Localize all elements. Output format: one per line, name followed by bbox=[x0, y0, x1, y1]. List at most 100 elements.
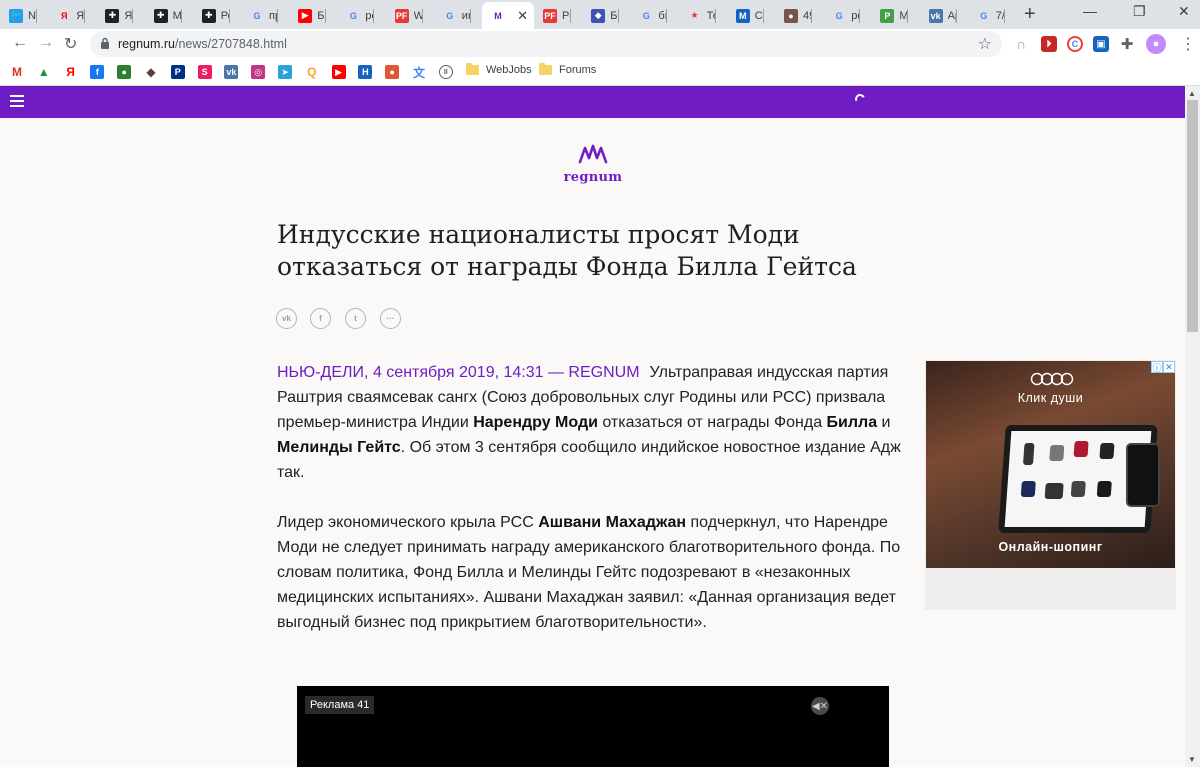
tab[interactable]: G 7/7 bbox=[968, 2, 1005, 29]
tab-title: Му bbox=[172, 9, 182, 22]
scroll-up-icon[interactable]: ▲ bbox=[1188, 89, 1196, 98]
globe-icon[interactable]: ● bbox=[117, 65, 132, 79]
bookmark-folder-forums[interactable]: Forums bbox=[539, 63, 597, 76]
bookmark-folder-webjobs[interactable]: WebJobs bbox=[466, 63, 532, 76]
duckduckgo-icon[interactable]: ● bbox=[385, 65, 400, 79]
tab-title: би bbox=[658, 9, 667, 22]
site-logo[interactable]: regnum bbox=[563, 144, 623, 185]
tab[interactable]: M Соі bbox=[727, 2, 764, 29]
forward-button[interactable]: → bbox=[38, 34, 54, 52]
tab[interactable]: PF Wh bbox=[386, 2, 423, 29]
mute-icon[interactable]: ◀✕ bbox=[811, 697, 829, 715]
tab-title: Ма bbox=[899, 9, 909, 22]
h-icon[interactable]: H bbox=[358, 65, 373, 79]
browser-toolbar: ← → ↻ regnum.ru/news/2707848.html ☆ ∩ ⏵ … bbox=[0, 29, 1200, 59]
regnum-icon: M bbox=[494, 10, 502, 21]
back-button[interactable]: ← bbox=[12, 34, 28, 52]
page-viewport: regnum Индусские националисты просят Мод… bbox=[0, 86, 1185, 767]
tab[interactable]: 🐦 No bbox=[0, 2, 37, 29]
tab-title: Янд bbox=[76, 9, 85, 22]
adchoices[interactable]: ⓘ ✕ bbox=[1151, 361, 1175, 373]
pause-icon[interactable]: II bbox=[438, 65, 453, 79]
minimize-icon[interactable]: — bbox=[1083, 3, 1097, 19]
pf-icon: PF bbox=[543, 8, 557, 23]
scrollbar-thumb[interactable] bbox=[1187, 100, 1198, 332]
article-headline: Индусские националисты просят Моди отказ… bbox=[277, 220, 857, 281]
tab[interactable]: M ✕ bbox=[482, 2, 534, 29]
profile-avatar[interactable]: ● bbox=[1146, 34, 1166, 54]
tab[interactable]: ✚ Ред bbox=[193, 2, 230, 29]
paypal-icon[interactable]: P bbox=[170, 65, 185, 79]
page-scrollbar[interactable]: ▲ ▼ bbox=[1185, 86, 1200, 767]
tab[interactable]: Gинд bbox=[434, 2, 471, 29]
tab[interactable]: P Ма bbox=[871, 2, 909, 29]
logo-wordmark: regnum bbox=[563, 170, 623, 185]
tab[interactable]: Gби bbox=[630, 2, 668, 29]
tab[interactable]: PF Pol bbox=[534, 2, 571, 29]
extensions-puzzle-icon[interactable]: ✚ bbox=[1119, 36, 1135, 53]
hamburger-menu-icon[interactable] bbox=[10, 95, 24, 107]
text-run: подчеркнул, что Нарендре Моди не следует… bbox=[277, 514, 901, 631]
adchoices-info-icon[interactable]: ⓘ bbox=[1151, 361, 1163, 373]
tab[interactable]: ● 491 bbox=[775, 2, 812, 29]
window-close-icon[interactable]: ✕ bbox=[1178, 3, 1190, 20]
url-host: regnum.ru bbox=[118, 37, 175, 51]
tab[interactable]: ✚ Му bbox=[145, 2, 182, 29]
tab[interactable]: Gрор bbox=[823, 2, 861, 29]
s-icon[interactable]: S bbox=[197, 65, 212, 79]
gmail-icon[interactable]: M bbox=[10, 65, 24, 79]
person-name: Билла bbox=[826, 414, 878, 431]
tab[interactable]: Я Янд bbox=[48, 2, 86, 29]
facebook-icon[interactable]: f bbox=[90, 65, 105, 79]
facebook-share-icon[interactable]: f bbox=[310, 308, 331, 329]
vk-icon[interactable]: vk bbox=[224, 65, 239, 79]
tab[interactable]: ★ Тес bbox=[679, 2, 716, 29]
extension-blue-icon[interactable]: ▣ bbox=[1093, 36, 1109, 52]
vk-share-icon[interactable]: vk bbox=[276, 308, 297, 329]
side-ad[interactable]: Клик души Онлайн-шопинг ⓘ ✕ bbox=[925, 360, 1176, 610]
browser-menu-icon[interactable]: ⋮ bbox=[1180, 34, 1196, 54]
scroll-down-icon[interactable]: ▼ bbox=[1188, 755, 1196, 764]
reload-button[interactable]: ↻ bbox=[64, 34, 77, 54]
address-url: regnum.ru/news/2707848.html bbox=[118, 37, 287, 51]
tab[interactable]: Gpol bbox=[337, 2, 375, 29]
restore-icon[interactable]: ❐ bbox=[1133, 3, 1146, 20]
telegram-icon[interactable]: ➤ bbox=[278, 65, 292, 79]
site-header-bar bbox=[0, 86, 1185, 118]
tab[interactable]: ✚ Янд bbox=[96, 2, 134, 29]
more-share-icon[interactable]: ··· bbox=[380, 308, 401, 329]
q-icon[interactable]: Q bbox=[305, 65, 319, 79]
google-icon: G bbox=[835, 10, 843, 21]
person-name: Ашвани Махаджан bbox=[538, 514, 687, 531]
bookmark-star-icon[interactable]: ☆ bbox=[978, 34, 992, 54]
youtube-icon[interactable]: ▶ bbox=[331, 65, 346, 79]
article-paragraph: НЬЮ-ДЕЛИ, 4 сентября 2019, 14:31 — REGNU… bbox=[277, 360, 907, 485]
drive-icon[interactable]: ▲ bbox=[37, 65, 51, 79]
yandex-icon[interactable]: Я bbox=[64, 65, 78, 79]
translate-icon[interactable]: 文 bbox=[412, 65, 426, 80]
shield-icon[interactable]: ◆ bbox=[144, 65, 158, 79]
video-ad-player[interactable]: Реклама 41 ◀✕ bbox=[297, 686, 889, 767]
new-tab-button[interactable]: + bbox=[1024, 4, 1036, 24]
tab-title: 491 bbox=[803, 9, 812, 22]
twitter-share-icon[interactable]: t bbox=[345, 308, 366, 329]
google-icon: G bbox=[253, 10, 261, 21]
extension-c-icon[interactable]: C bbox=[1067, 36, 1083, 52]
ad-banner[interactable]: Клик души Онлайн-шопинг bbox=[926, 361, 1175, 568]
extension-arch-icon[interactable]: ∩ bbox=[1013, 36, 1029, 52]
adchoices-close-icon[interactable]: ✕ bbox=[1163, 361, 1175, 373]
tab-title: Ред bbox=[220, 9, 230, 22]
tab-close-icon[interactable]: ✕ bbox=[517, 8, 528, 24]
tab[interactable]: ◆ Би bbox=[582, 2, 620, 29]
tab[interactable]: ▶ БИ bbox=[289, 2, 327, 29]
yandex-icon: Я bbox=[60, 10, 68, 21]
address-bar[interactable]: regnum.ru/news/2707848.html ☆ bbox=[90, 31, 1002, 57]
regnum-logo-icon bbox=[578, 144, 608, 164]
tab[interactable]: vk Ар bbox=[920, 2, 957, 29]
google-icon: G bbox=[980, 10, 988, 21]
tab[interactable]: Gпро bbox=[241, 2, 278, 29]
tab-title: Тес bbox=[706, 9, 716, 22]
instagram-icon[interactable]: ◎ bbox=[251, 65, 266, 79]
extension-red-icon[interactable]: ⏵ bbox=[1041, 36, 1057, 52]
bookmark-folder-label: Forums bbox=[559, 64, 597, 76]
